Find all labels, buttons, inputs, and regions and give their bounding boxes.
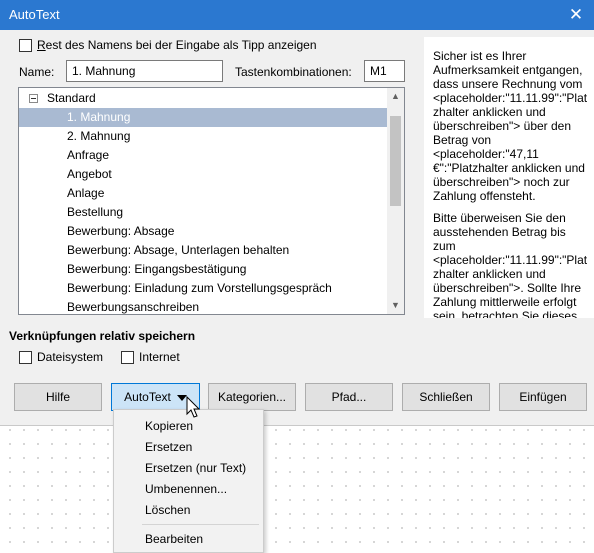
path-button-label: Pfad... — [331, 390, 367, 404]
tree-item-label: Bewerbung: Absage, Unterlagen behalten — [67, 243, 290, 257]
close-button-label: Schließen — [419, 390, 473, 404]
filesystem-checkbox-box[interactable] — [19, 350, 32, 364]
links-section-title: Verknüpfungen relativ speichern — [9, 329, 196, 343]
scroll-thumb[interactable] — [390, 116, 401, 206]
internet-checkbox-label: Internet — [139, 350, 180, 364]
mouse-pointer-icon — [186, 396, 201, 418]
tree-item-anlage[interactable]: Anlage — [19, 184, 387, 203]
tree-category-label: Standard — [47, 91, 96, 105]
tree-item-bewerbung-absage[interactable]: Bewerbung: Absage — [19, 222, 387, 241]
preview-paragraph: Bitte überweisen Sie den ausstehenden Be… — [433, 211, 588, 318]
tree-scrollbar[interactable]: ▲ ▼ — [387, 88, 404, 314]
filesystem-checkbox-label: Dateisystem — [37, 350, 104, 364]
filesystem-checkbox[interactable]: Dateisystem — [19, 350, 103, 364]
name-label: Name: — [19, 65, 55, 79]
preview-pane: Sicher ist es Ihrer Aufmerksamkeit entga… — [424, 37, 594, 318]
tree-item-label: Bestellung — [67, 205, 124, 219]
insert-button[interactable]: Einfügen — [499, 383, 587, 411]
autotext-tree[interactable]: Standard 1. Mahnung 2. Mahnung Anfrage A… — [18, 87, 405, 315]
shortcut-label: Tastenkombinationen: — [235, 65, 352, 79]
tree-item-1-mahnung[interactable]: 1. Mahnung — [19, 108, 387, 127]
shortcut-field[interactable] — [364, 60, 405, 82]
tree-item-label: Bewerbung: Eingangsbestätigung — [67, 262, 247, 276]
menu-item-delete[interactable]: Löschen — [114, 500, 263, 521]
help-button-label: Hilfe — [45, 390, 70, 404]
tree-item-label: Anlage — [67, 186, 105, 200]
menu-item-rename[interactable]: Umbenennen... — [114, 479, 263, 500]
insert-button-label: Einfügen — [519, 390, 567, 404]
tree-item-bestellung[interactable]: Bestellung — [19, 203, 387, 222]
tip-checkbox-label: Rest des Namens bei der Eingabe als Tipp… — [37, 38, 317, 52]
internet-checkbox-box[interactable] — [121, 350, 134, 364]
title-bar: AutoText ✕ — [0, 0, 594, 30]
tree-item-bewerbungsanschreiben[interactable]: Bewerbungsanschreiben — [19, 298, 387, 314]
collapse-icon[interactable] — [29, 94, 38, 103]
close-button[interactable]: Schließen — [402, 383, 490, 411]
tip-checkbox-box[interactable] — [19, 38, 32, 52]
preview-paragraph: Sicher ist es Ihrer Aufmerksamkeit entga… — [433, 49, 588, 203]
path-button[interactable]: Pfad... — [305, 383, 393, 411]
menu-separator — [142, 524, 259, 525]
name-field[interactable] — [66, 60, 223, 82]
window-title: AutoText — [9, 7, 60, 22]
tree-item-bewerbung-einladung[interactable]: Bewerbung: Einladung zum Vorstellungsges… — [19, 279, 387, 298]
tree-item-label: Anfrage — [67, 148, 110, 162]
tree-item-label: Bewerbung: Absage — [67, 224, 175, 238]
categories-button[interactable]: Kategorien... — [208, 383, 296, 411]
tree-item-label: 2. Mahnung — [67, 129, 131, 143]
tree-item-anfrage[interactable]: Anfrage — [19, 146, 387, 165]
autotext-dropdown-menu: Kopieren Ersetzen Ersetzen (nur Text) Um… — [113, 409, 264, 553]
help-button[interactable]: Hilfe — [14, 383, 102, 411]
tree-item-bewerbung-eingangsbestaetigung[interactable]: Bewerbung: Eingangsbestätigung — [19, 260, 387, 279]
tree-item-bewerbung-absage-unterlagen[interactable]: Bewerbung: Absage, Unterlagen behalten — [19, 241, 387, 260]
internet-checkbox[interactable]: Internet — [121, 350, 180, 364]
scroll-up-icon[interactable]: ▲ — [387, 88, 404, 105]
scroll-down-icon[interactable]: ▼ — [387, 297, 404, 314]
tree-item-label: Angebot — [67, 167, 112, 181]
autotext-dialog: AutoText ✕ Rest des Namens bei der Einga… — [0, 0, 594, 426]
tree-item-angebot[interactable]: Angebot — [19, 165, 387, 184]
categories-button-label: Kategorien... — [217, 390, 287, 404]
menu-item-replace-text-only[interactable]: Ersetzen (nur Text) — [114, 458, 263, 479]
tree-item-label: Bewerbungsanschreiben — [67, 300, 200, 314]
menu-item-replace[interactable]: Ersetzen — [114, 437, 263, 458]
tree-item-2-mahnung[interactable]: 2. Mahnung — [19, 127, 387, 146]
tree-category-standard[interactable]: Standard — [19, 89, 387, 108]
tip-checkbox[interactable]: Rest des Namens bei der Eingabe als Tipp… — [19, 38, 317, 52]
menu-item-edit[interactable]: Bearbeiten — [114, 529, 263, 550]
close-icon[interactable]: ✕ — [558, 0, 594, 30]
tree-item-label: 1. Mahnung — [67, 110, 131, 124]
autotext-button-label: AutoText — [124, 390, 171, 404]
tree-item-label: Bewerbung: Einladung zum Vorstellungsges… — [67, 281, 332, 295]
